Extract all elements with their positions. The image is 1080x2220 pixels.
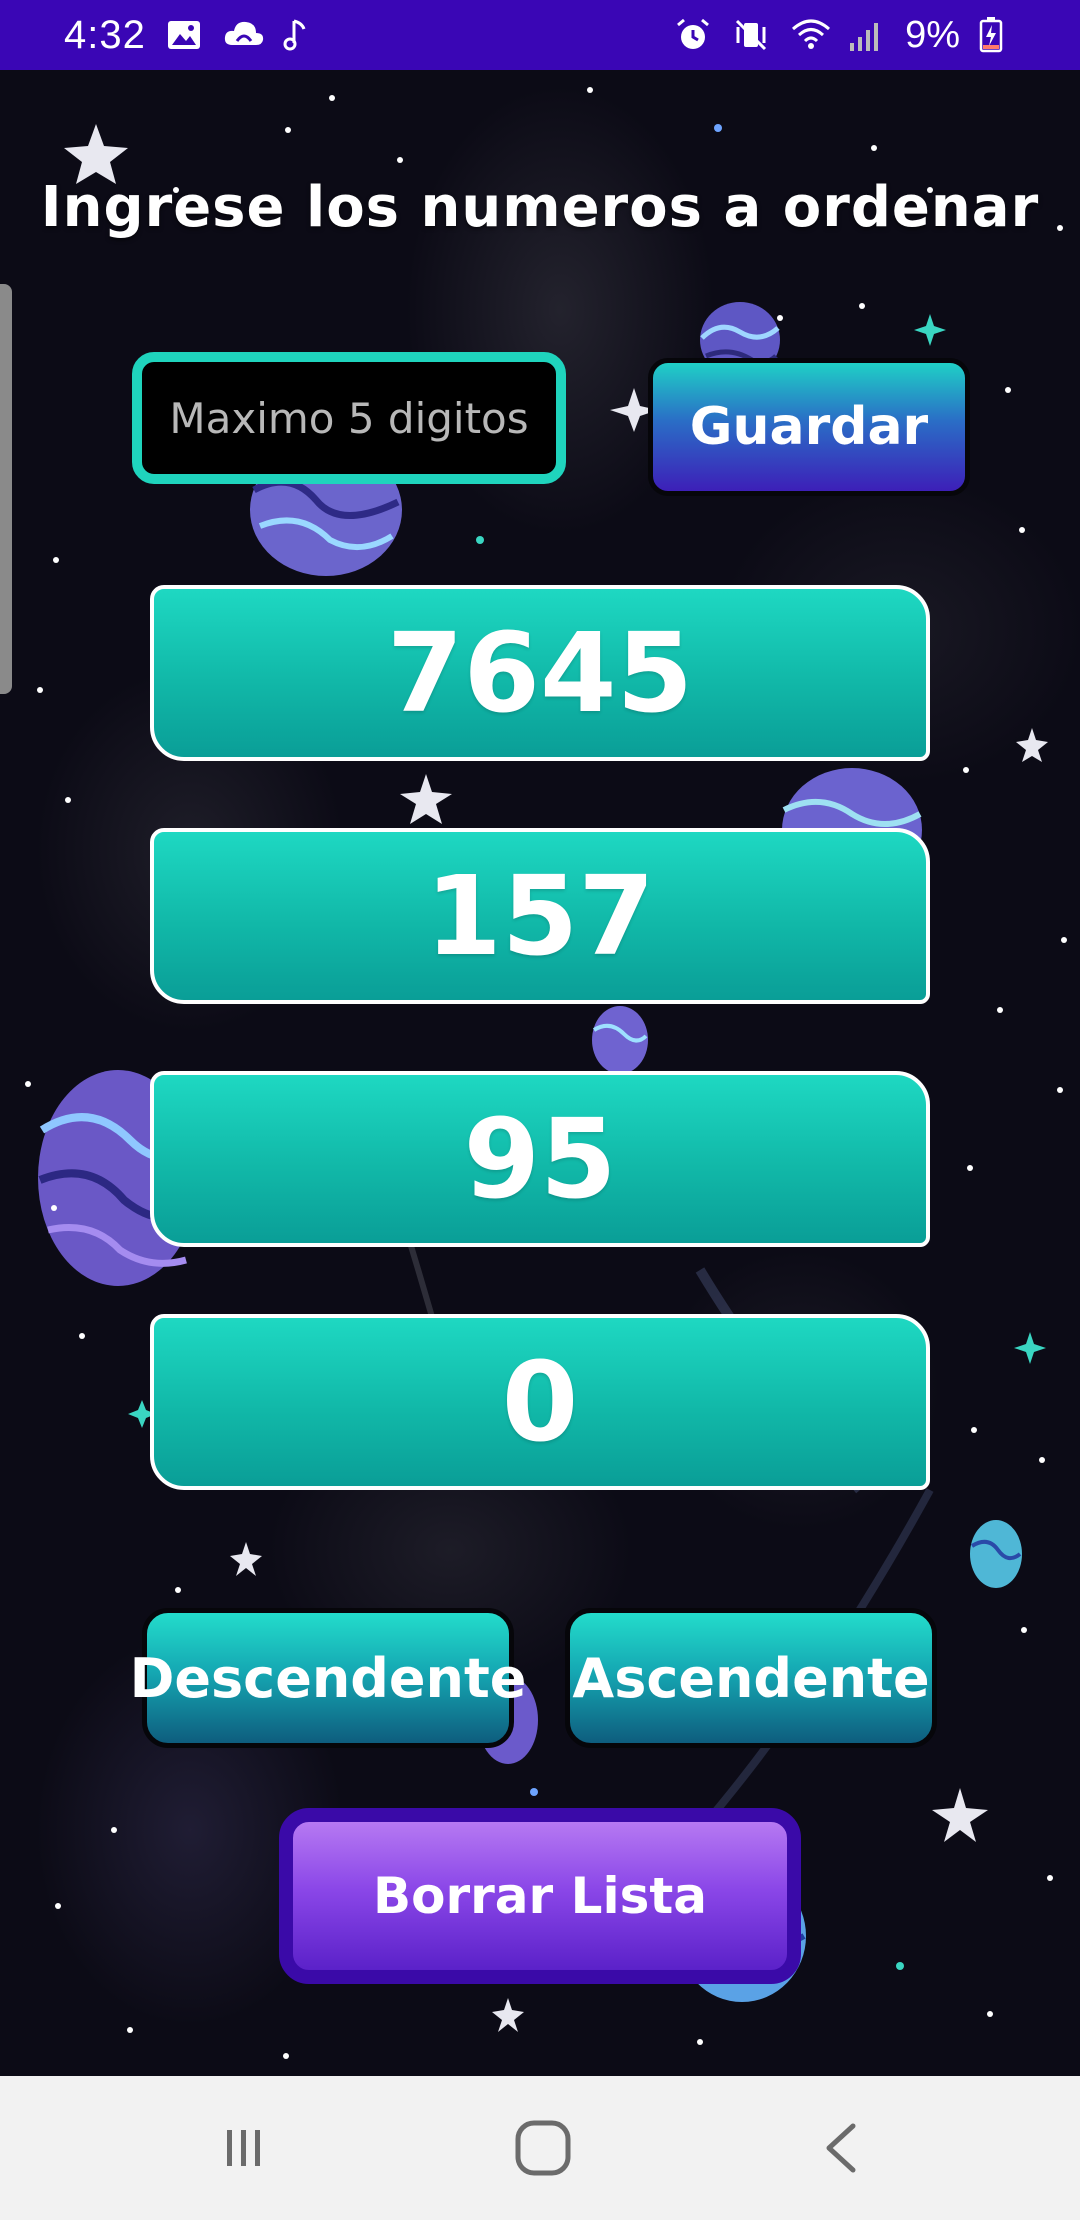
recent-apps-button[interactable] xyxy=(168,2076,318,2220)
home-icon xyxy=(515,2120,571,2176)
recent-apps-icon xyxy=(227,2130,260,2166)
battery-charging-icon xyxy=(978,15,1018,55)
number-item: 157 xyxy=(150,828,930,1004)
number-input[interactable] xyxy=(132,352,566,484)
clear-list-button[interactable]: Borrar Lista xyxy=(279,1808,801,1984)
number-list: 7645 157 95 0 xyxy=(150,585,930,1557)
cloud-sync-icon xyxy=(222,15,263,55)
status-bar: 4:32 9% xyxy=(0,0,1080,70)
planet-small-right xyxy=(970,1520,1022,1588)
sort-ascending-button[interactable]: Ascendente xyxy=(565,1608,937,1748)
status-right: 9% xyxy=(673,14,1018,57)
alarm-icon xyxy=(673,15,713,55)
home-button[interactable] xyxy=(468,2076,618,2220)
back-button[interactable] xyxy=(768,2076,918,2220)
mute-vibrate-icon xyxy=(731,15,771,55)
edge-panel-handle[interactable] xyxy=(0,284,12,694)
page-title: Ingrese los numeros a ordenar xyxy=(40,175,1040,240)
signal-icon xyxy=(847,15,887,55)
music-note-icon xyxy=(280,15,320,55)
save-button[interactable]: Guardar xyxy=(648,358,970,496)
battery-percent: 9% xyxy=(905,13,960,56)
status-left: 4:32 xyxy=(64,13,320,58)
navigation-bar xyxy=(0,2076,1080,2220)
number-item: 7645 xyxy=(150,585,930,761)
wifi-icon xyxy=(789,15,831,55)
sort-descending-button[interactable]: Descendente xyxy=(130,1608,526,1748)
status-time: 4:32 xyxy=(64,12,146,57)
image-icon xyxy=(164,15,204,55)
number-item: 0 xyxy=(150,1314,930,1490)
number-item: 95 xyxy=(150,1071,930,1247)
back-icon xyxy=(826,2123,856,2173)
